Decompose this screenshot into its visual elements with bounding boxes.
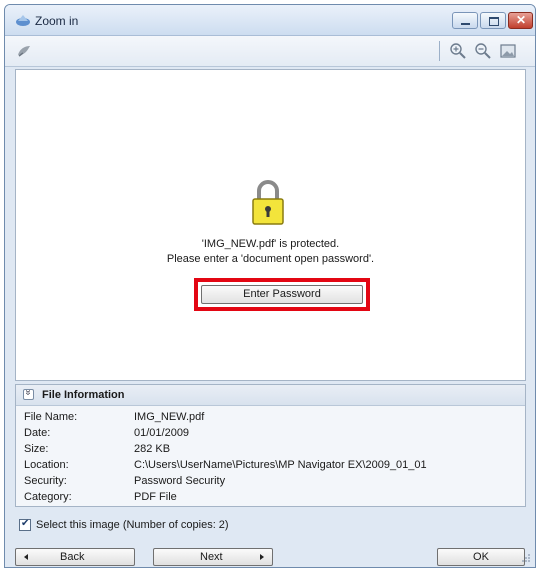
back-label: Back bbox=[60, 551, 85, 563]
maximize-button[interactable] bbox=[480, 12, 506, 29]
minimize-button[interactable] bbox=[452, 12, 478, 29]
arrow-right-icon bbox=[260, 554, 264, 560]
info-value: IMG_NEW.pdf bbox=[134, 411, 205, 423]
password-prompt-message: Please enter a 'document open password'. bbox=[166, 253, 375, 265]
toolbar-separator bbox=[439, 41, 440, 61]
protected-message: 'IMG_NEW.pdf' is protected. bbox=[201, 238, 340, 250]
info-key: Security: bbox=[24, 475, 67, 487]
close-button[interactable] bbox=[508, 12, 533, 29]
next-label: Next bbox=[200, 551, 223, 563]
info-value: PDF File bbox=[134, 491, 177, 503]
info-key: File Name: bbox=[24, 411, 78, 423]
toolbar bbox=[5, 36, 535, 67]
lock-icon bbox=[252, 180, 284, 225]
zoom-in-window: Zoom in 'IMG_N bbox=[4, 4, 536, 568]
file-information-title: File Information bbox=[42, 389, 125, 401]
title-bar: Zoom in bbox=[5, 5, 535, 36]
info-value: Password Security bbox=[134, 475, 226, 487]
file-information-panel: File Information File Name: IMG_NEW.pdf … bbox=[15, 384, 526, 507]
info-key: Category: bbox=[24, 491, 72, 503]
info-key: Size: bbox=[24, 443, 49, 455]
preview-area: 'IMG_NEW.pdf' is protected. Please enter… bbox=[15, 69, 526, 381]
resize-grip-icon[interactable] bbox=[521, 553, 531, 563]
zoom-out-icon[interactable] bbox=[474, 42, 492, 60]
next-button[interactable]: Next bbox=[153, 548, 273, 566]
select-image-checkbox[interactable] bbox=[19, 518, 31, 531]
ok-button[interactable]: OK bbox=[437, 548, 525, 566]
window-title: Zoom in bbox=[35, 14, 79, 28]
info-value: 01/01/2009 bbox=[134, 427, 190, 439]
file-information-header: File Information bbox=[16, 385, 525, 406]
info-key: Date: bbox=[24, 427, 51, 439]
zoom-in-icon[interactable] bbox=[449, 42, 467, 60]
select-image-label: Select this image (Number of copies: 2) bbox=[36, 519, 229, 531]
info-value: 282 KB bbox=[134, 443, 171, 455]
back-button[interactable]: Back bbox=[15, 548, 135, 566]
wing-icon[interactable] bbox=[15, 42, 33, 60]
enter-password-button[interactable]: Enter Password bbox=[201, 285, 363, 304]
app-icon bbox=[16, 15, 30, 26]
full-screen-icon[interactable] bbox=[499, 42, 517, 60]
arrow-left-icon bbox=[24, 554, 28, 560]
info-key: Location: bbox=[24, 459, 69, 471]
collapse-icon[interactable] bbox=[23, 389, 34, 400]
info-value: C:\Users\UserName\Pictures\MP Navigator … bbox=[134, 459, 427, 471]
